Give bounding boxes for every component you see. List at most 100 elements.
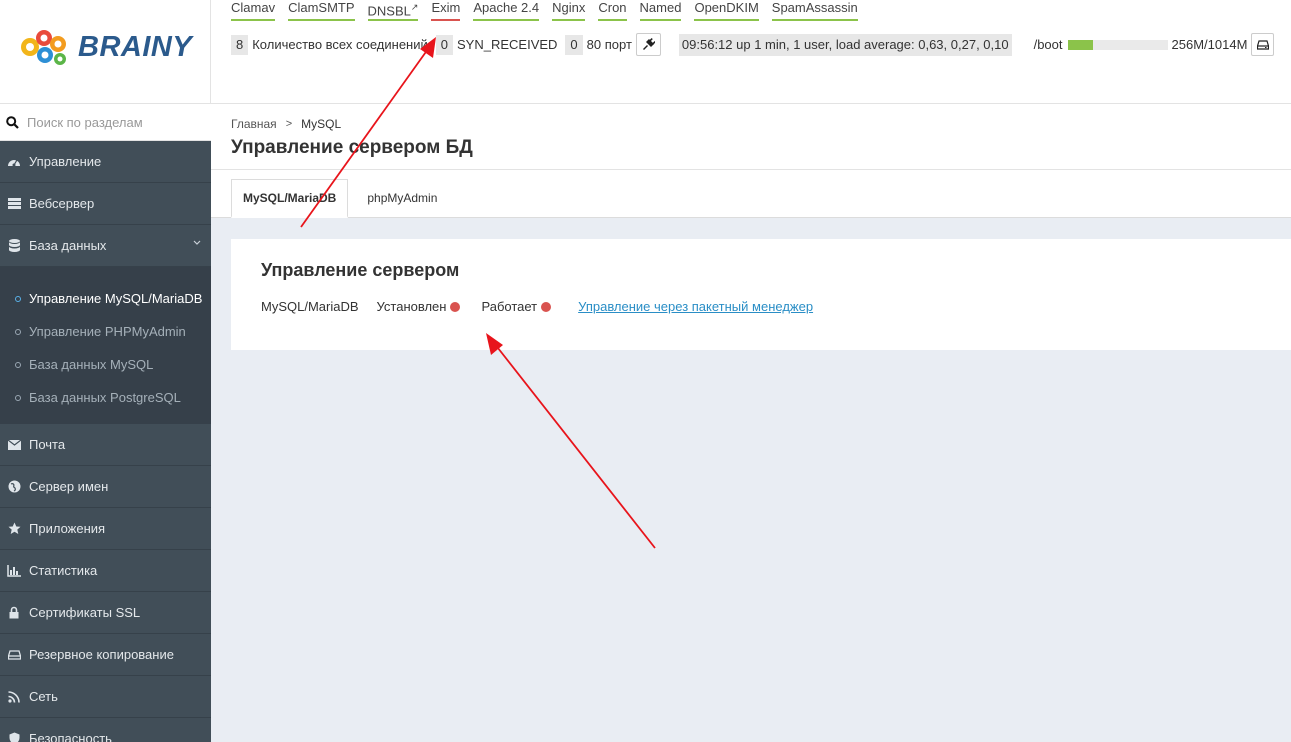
sidebar-item-label: Статистика — [29, 563, 98, 578]
search-icon — [6, 115, 19, 129]
chevron-down-icon — [193, 240, 201, 245]
installed-label: Установлен — [376, 299, 447, 314]
service-status-row: MySQL/MariaDB Установлен Работает Управл… — [261, 299, 1291, 314]
main-content: Главная > MySQL Управление сервером БД M… — [211, 104, 1291, 742]
service-status-list: Clamav ClamSMTP DNSBL↗ Exim Apache 2.4 N… — [231, 0, 871, 22]
disk-name: /boot — [1033, 37, 1063, 52]
subitem-label: Управление PHPMyAdmin — [29, 324, 186, 339]
breadcrumb-separator: > — [285, 118, 293, 130]
brainy-logo[interactable]: BRAINY — [18, 28, 192, 66]
subitem-mysql-databases[interactable]: База данных MySQL — [0, 348, 211, 381]
page-title: Управление сервером БД — [231, 137, 473, 158]
subitem-label: База данных MySQL — [29, 357, 154, 372]
sidebar-item-security[interactable]: Безопасность — [0, 718, 211, 742]
connections-count: 8 — [231, 34, 249, 55]
globe-icon — [6, 480, 22, 493]
service-spamassassin[interactable]: SpamAssassin — [771, 0, 858, 22]
logo-area: BRAINY — [0, 0, 211, 104]
sidebar-item-webserver[interactable]: Вебсервер — [0, 183, 211, 225]
subitem-mysql-management[interactable]: Управление MySQL/MariaDB — [0, 282, 211, 315]
service-nginx[interactable]: Nginx — [552, 0, 586, 22]
disk-details-button[interactable] — [1251, 33, 1275, 56]
rss-icon — [6, 690, 22, 703]
hdd-icon — [1256, 39, 1269, 50]
plug-icon — [643, 37, 656, 50]
bullet-icon — [15, 361, 21, 368]
service-named[interactable]: Named — [639, 0, 682, 22]
tab-mysql-mariadb[interactable]: MySQL/MariaDB — [231, 179, 349, 218]
installed-status-dot — [450, 301, 461, 312]
sidebar-item-network[interactable]: Сеть — [0, 676, 211, 718]
breadcrumb: Главная > MySQL — [231, 104, 1291, 131]
sidebar-item-label: Вебсервер — [29, 196, 95, 211]
subitem-label: База данных PostgreSQL — [29, 390, 181, 405]
service-apache[interactable]: Apache 2.4 — [473, 0, 540, 22]
bar-chart-icon — [6, 564, 22, 577]
shield-icon — [6, 732, 22, 742]
database-icon — [6, 239, 22, 252]
hdd-icon — [6, 649, 22, 660]
external-link-icon: ↗ — [410, 2, 419, 12]
service-clamav[interactable]: Clamav — [231, 0, 276, 22]
connections-label[interactable]: Количество всех соединений — [252, 37, 428, 52]
service-cron[interactable]: Cron — [598, 0, 627, 22]
sidebar-search — [0, 104, 211, 141]
service-exim[interactable]: Exim — [431, 0, 461, 22]
sidebar: Управление Вебсервер База данных Управле… — [0, 104, 211, 742]
subitem-phpmyadmin-management[interactable]: Управление PHPMyAdmin — [0, 315, 211, 348]
service-name: MySQL/MariaDB — [261, 299, 359, 314]
sidebar-item-statistics[interactable]: Статистика — [0, 550, 211, 592]
star-icon — [6, 522, 22, 535]
disk-usage-fill — [1067, 39, 1093, 50]
sidebar-item-mail[interactable]: Почта — [0, 424, 211, 466]
gears-logo-icon — [21, 30, 66, 65]
sidebar-item-apps[interactable]: Приложения — [0, 508, 211, 550]
service-opendkim[interactable]: OpenDKIM — [694, 0, 759, 22]
server-stats: 8 Количество всех соединений 0 SYN_RECEI… — [231, 33, 1275, 56]
lock-icon — [6, 606, 22, 619]
uptime-text: 09:56:12 up 1 min, 1 user, load average:… — [678, 33, 1012, 56]
brand-name: BRAINY — [78, 30, 193, 63]
sidebar-item-backup[interactable]: Резервное копирование — [0, 634, 211, 676]
sidebar-item-label: Сервер имен — [29, 479, 109, 494]
search-input[interactable] — [27, 114, 197, 130]
sidebar-item-database[interactable]: База данных — [0, 225, 211, 267]
port-count: 0 — [565, 34, 583, 55]
sidebar-item-label: Сеть — [29, 689, 58, 704]
panel-title: Управление сервером — [261, 260, 460, 280]
server-management-panel: Управление сервером MySQL/MariaDB Устано… — [231, 239, 1291, 350]
syn-label: SYN_RECEIVED — [457, 37, 558, 52]
tab-bar: MySQL/MariaDB phpMyAdmin — [211, 170, 1291, 218]
disk-size: 256M/1014M — [1171, 37, 1248, 52]
sidebar-item-label: Безопасность — [29, 731, 112, 742]
sidebar-item-label: Управление — [29, 154, 102, 169]
sidebar-item-nameserver[interactable]: Сервер имен — [0, 466, 211, 508]
bullet-icon — [15, 394, 21, 401]
sidebar-item-label: Резервное копирование — [29, 647, 174, 662]
subitem-postgresql-databases[interactable]: База данных PostgreSQL — [0, 381, 211, 414]
bullet-icon — [15, 328, 21, 335]
tab-phpmyadmin[interactable]: phpMyAdmin — [356, 178, 448, 217]
breadcrumb-home[interactable]: Главная — [231, 117, 277, 131]
service-dnsbl-label: DNSBL — [367, 3, 411, 19]
breadcrumb-current: MySQL — [301, 117, 342, 131]
database-submenu: Управление MySQL/MariaDB Управление PHPM… — [0, 267, 211, 424]
sidebar-item-label: Сертификаты SSL — [29, 605, 141, 620]
server-icon — [6, 198, 22, 209]
sidebar-item-label: База данных — [29, 238, 107, 253]
sidebar-item-label: Почта — [29, 437, 66, 452]
subitem-label: Управление MySQL/MariaDB — [29, 291, 203, 306]
package-manager-link[interactable]: Управление через пакетный менеджер — [578, 299, 813, 314]
sidebar-item-ssl[interactable]: Сертификаты SSL — [0, 592, 211, 634]
running-label: Работает — [481, 299, 538, 314]
sidebar-item-management[interactable]: Управление — [0, 141, 211, 183]
dashboard-icon — [6, 156, 22, 168]
syn-count: 0 — [435, 34, 453, 55]
service-dnsbl[interactable]: DNSBL↗ — [367, 0, 419, 22]
plug-button[interactable] — [635, 33, 661, 56]
page-header: Главная > MySQL Управление сервером БД — [211, 104, 1291, 170]
service-clamsmtp[interactable]: ClamSMTP — [288, 0, 355, 22]
bullet-icon — [15, 295, 21, 302]
envelope-icon — [6, 439, 22, 450]
port-label: 80 порт — [586, 37, 632, 52]
